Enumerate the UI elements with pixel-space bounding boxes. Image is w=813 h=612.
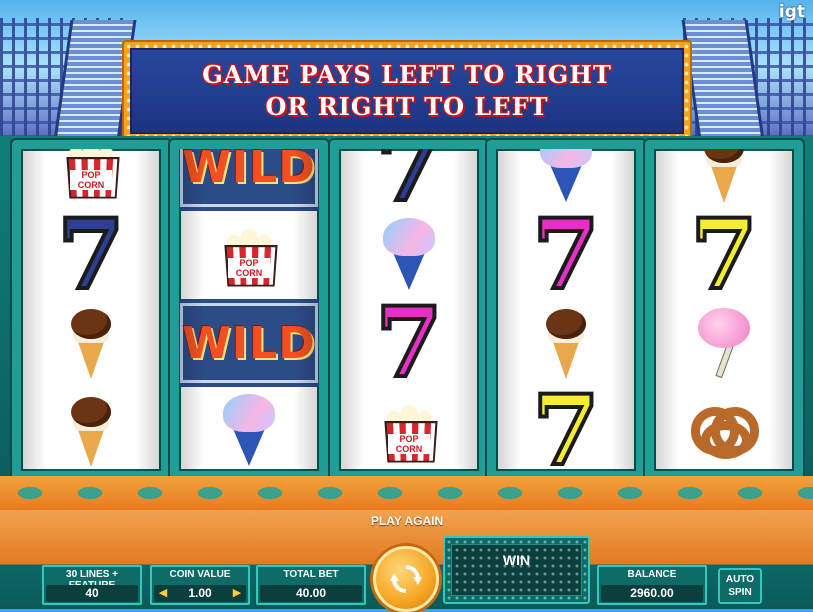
- reel-2: WILDPOP CORNWILDWILD: [170, 140, 328, 480]
- reel-slot: WILD: [179, 149, 319, 211]
- marquee-line-2: OR RIGHT TO LEFT: [265, 92, 549, 121]
- reel-slot: [21, 299, 161, 387]
- reel-1: POP CORN 77: [12, 140, 170, 480]
- swirl-pattern: [0, 480, 813, 506]
- coin-decrease-arrow-icon[interactable]: ◀: [156, 585, 170, 602]
- ice-cream-symbol: [538, 307, 594, 379]
- coin-value-selector: COIN VALUE 1.00 ◀ ▶: [150, 565, 250, 605]
- wild-symbol: WILD: [180, 149, 318, 207]
- decorative-band: [0, 476, 813, 510]
- reel-slot: 7: [496, 381, 636, 472]
- ice-cream-symbol: [696, 149, 752, 203]
- popcorn-label: POP CORN: [228, 258, 270, 278]
- reel-slot: [179, 387, 319, 471]
- ice-cream-symbol: [63, 307, 119, 379]
- coin-increase-arrow-icon[interactable]: ▶: [230, 585, 244, 602]
- seven-magenta-symbol: 7: [374, 286, 445, 399]
- balance-label: BALANCE: [627, 569, 677, 580]
- spin-button[interactable]: [373, 546, 439, 612]
- reel-3: 77POP CORN7: [330, 140, 488, 480]
- reel-slot: 7: [339, 293, 479, 393]
- seven-yellow-symbol: 7: [531, 374, 602, 480]
- balance-display: BALANCE 2960.00: [597, 565, 707, 605]
- coin-value-label: COIN VALUE: [169, 569, 231, 580]
- reel-slot: 7: [496, 205, 636, 305]
- play-again-label: PLAY AGAIN: [370, 514, 444, 528]
- win-display: WIN: [443, 536, 590, 604]
- ice-cream-symbol: [63, 395, 119, 467]
- reel-slot: POP CORN: [179, 211, 319, 299]
- win-label: WIN: [502, 552, 531, 568]
- reel-slot: [654, 387, 794, 471]
- seven-blue-symbol: 7: [56, 198, 127, 311]
- reel-slot: 7: [21, 205, 161, 305]
- reel-5: 7: [645, 140, 803, 480]
- seven-blue-symbol: 7: [374, 140, 445, 223]
- marquee-panel: GAME PAYS LEFT TO RIGHT OR RIGHT TO LEFT: [130, 48, 684, 134]
- lines-value: 40: [46, 585, 138, 602]
- seven-yellow-symbol: 7: [689, 198, 760, 311]
- popcorn-label: POP CORN: [388, 434, 430, 454]
- auto-spin-label-1: AUTO: [725, 574, 755, 585]
- marquee-sign: GAME PAYS LEFT TO RIGHT OR RIGHT TO LEFT: [122, 40, 692, 142]
- popcorn-symbol: POP CORN: [378, 400, 440, 463]
- lines-selector[interactable]: 30 LINES + FEATURE 40: [42, 565, 142, 605]
- pretzel-symbol: [689, 401, 759, 461]
- reel-slot: 7: [654, 205, 794, 305]
- seven-magenta-symbol: 7: [531, 198, 602, 311]
- auto-spin-label-2: SPIN: [728, 587, 752, 598]
- popcorn-symbol: POP CORN: [60, 149, 122, 199]
- wild-symbol: WILD: [180, 303, 318, 383]
- spin-arrows-icon: [390, 565, 422, 593]
- snow-cone-symbol: [219, 394, 279, 468]
- total-bet-label: TOTAL BET: [283, 569, 339, 580]
- reel-slot: [654, 299, 794, 387]
- reel-4: 77: [487, 140, 645, 480]
- snow-cone-symbol: [379, 218, 439, 292]
- popcorn-symbol: POP CORN: [218, 224, 280, 287]
- auto-spin-button[interactable]: AUTO SPIN: [718, 568, 762, 604]
- igt-logo: igt: [778, 2, 805, 22]
- snow-cone-symbol: [536, 149, 596, 204]
- total-bet-display: TOTAL BET 40.00: [256, 565, 366, 605]
- reel-slot: 7: [339, 149, 479, 217]
- marquee-line-1: GAME PAYS LEFT TO RIGHT: [202, 60, 612, 89]
- reel-slot: WILD: [179, 299, 319, 387]
- cotton-candy-symbol: [694, 308, 754, 379]
- balance-value: 2960.00: [601, 585, 703, 602]
- popcorn-label: POP CORN: [70, 170, 112, 190]
- total-bet-value: 40.00: [260, 585, 362, 602]
